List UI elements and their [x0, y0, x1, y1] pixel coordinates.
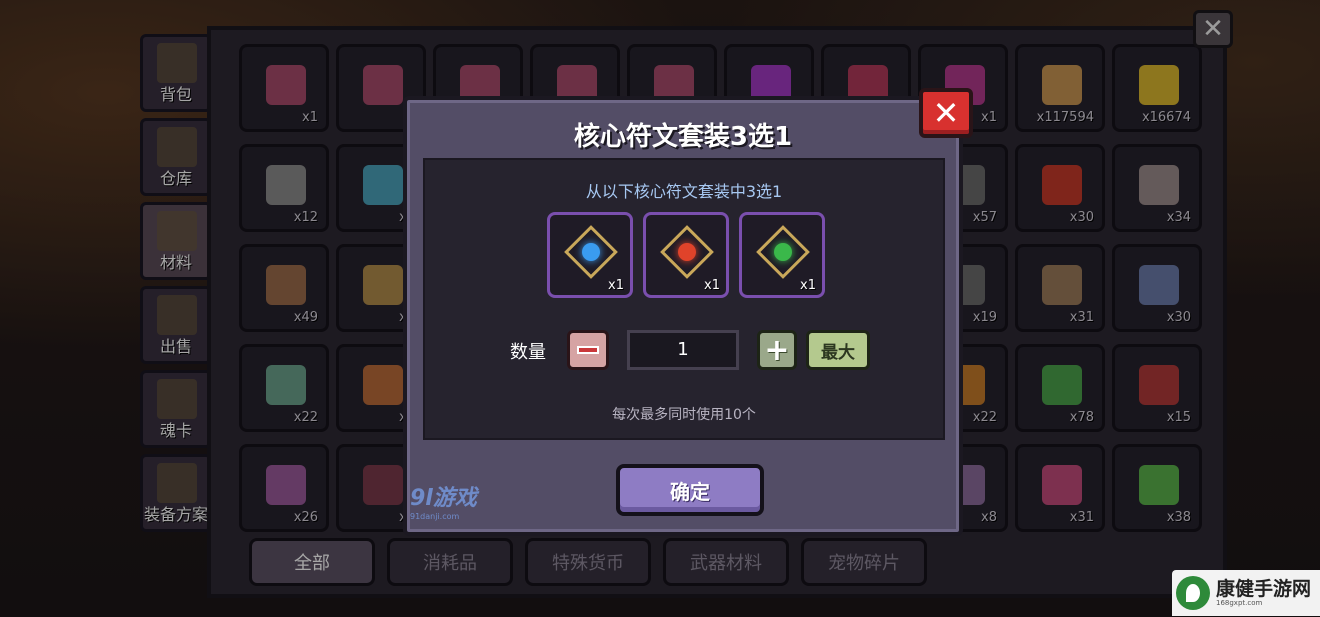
watermark-91youxi: 9l游戏 91danji.com — [410, 480, 477, 521]
red-rune-gem-icon — [660, 225, 714, 279]
gem-core — [674, 239, 700, 265]
watermark-left-text: 9l游戏 — [410, 486, 477, 511]
max-quantity-button[interactable]: 最大 — [806, 330, 870, 370]
rune-choices: x1 x1 x1 — [547, 212, 825, 298]
watermark-left-url: 91danji.com — [410, 512, 460, 521]
rune-count: x1 — [800, 278, 816, 293]
usage-hint: 每次最多同时使用10个 — [612, 407, 756, 423]
gem-core — [770, 239, 796, 265]
dialog-close-button[interactable]: ✕ — [919, 88, 973, 138]
blue-rune-gem-icon — [564, 225, 618, 279]
quantity-label: 数量 — [510, 342, 546, 363]
watermark-right-text: 康健手游网 — [1216, 577, 1312, 600]
dialog-title: 核心符文套装3选1 — [573, 122, 793, 152]
increase-quantity-button[interactable]: + — [757, 330, 797, 370]
rune-choice-slot[interactable]: x1 — [739, 212, 825, 298]
dialog-subtitle: 从以下核心符文套装中3选1 — [585, 182, 783, 201]
watermark-kangjian: 康健手游网 168gxpt.com — [1172, 570, 1320, 616]
rune-count: x1 — [704, 278, 720, 293]
dialog-content: 从以下核心符文套装中3选1 x1 x1 x1 数量 1 + 最大 每次最多同时使用1… — [423, 158, 945, 440]
minus-icon — [577, 346, 599, 354]
rune-count: x1 — [608, 278, 624, 293]
confirm-button[interactable]: 确定 — [616, 464, 764, 516]
leaf-logo-icon — [1176, 576, 1210, 610]
watermark-right-url: 168gxpt.com — [1216, 598, 1263, 607]
rune-set-choice-dialog: 核心符文套装3选1 ✕ 从以下核心符文套装中3选1 x1 x1 x1 数量 1 + … — [403, 88, 973, 536]
decrease-quantity-button[interactable] — [567, 330, 609, 370]
green-rune-gem-icon — [756, 225, 810, 279]
quantity-input[interactable]: 1 — [627, 330, 739, 370]
quantity-row: 数量 1 + 最大 — [425, 328, 943, 372]
rune-choice-slot[interactable]: x1 — [547, 212, 633, 298]
rune-choice-slot[interactable]: x1 — [643, 212, 729, 298]
gem-core — [578, 239, 604, 265]
